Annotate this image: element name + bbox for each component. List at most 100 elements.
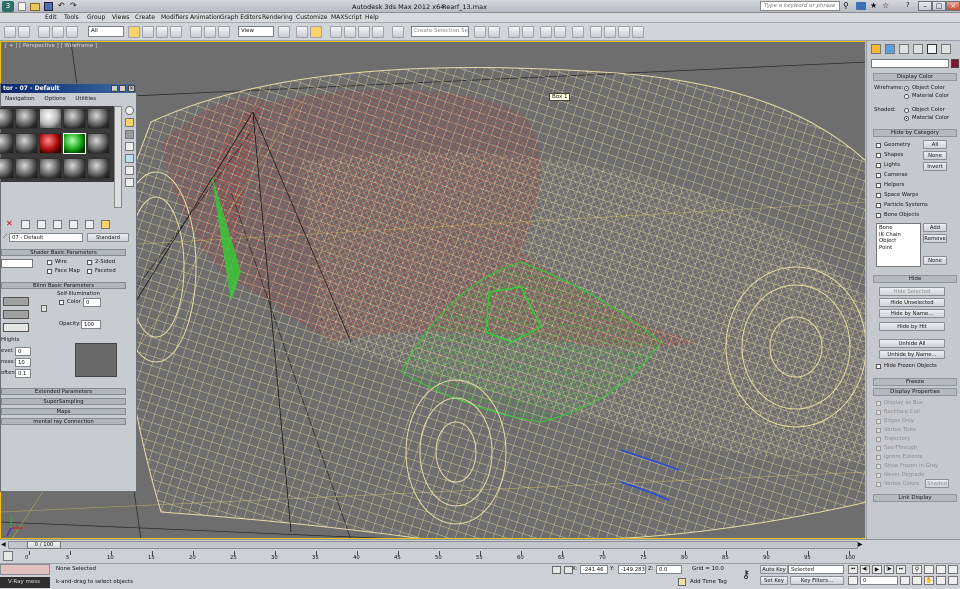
align-icon[interactable] (488, 26, 500, 38)
menu-item-group[interactable]: Group (87, 14, 105, 21)
hide-bone-objects-checkbox[interactable] (876, 213, 881, 218)
hierarchy-tab-icon[interactable] (899, 44, 909, 54)
show-frozen-in-gray-checkbox[interactable] (876, 464, 881, 469)
menu-item-rendering[interactable]: Rendering (262, 14, 293, 21)
communication-icon[interactable]: ★ (870, 1, 877, 10)
see-through-checkbox[interactable] (876, 446, 881, 451)
category-list-item[interactable]: IK Chain Object (879, 232, 918, 245)
bind-space-warp-icon[interactable] (66, 26, 78, 38)
shader-basic-rollout[interactable]: Shader Basic Parameters (1, 249, 126, 256)
utilities-tab-icon[interactable] (941, 44, 951, 54)
zoom-extents-icon[interactable] (936, 565, 946, 574)
hide-lights-checkbox[interactable] (876, 163, 881, 168)
named-selection-dropdown[interactable]: Create Selection Se (411, 26, 469, 37)
sample-slot[interactable] (39, 158, 62, 179)
undo-scene-icon[interactable] (4, 26, 16, 38)
select-object-icon[interactable] (128, 26, 140, 38)
mental-ray-connection-rollout[interactable]: mental ray Connection (1, 418, 126, 425)
category-add-button[interactable]: Add (923, 223, 947, 232)
snaps-toggle-icon[interactable] (330, 26, 342, 38)
sample-slot[interactable] (15, 108, 38, 129)
freeze-rollout[interactable]: Freeze (873, 378, 957, 386)
selection-filter-dropdown[interactable]: All (88, 26, 124, 37)
current-frame-field[interactable]: 0 (860, 576, 898, 585)
shaded-material-color-radio[interactable] (904, 116, 909, 121)
self-illum-value-field[interactable]: 0 (83, 298, 101, 307)
hide-shapes-checkbox[interactable] (876, 153, 881, 158)
menu-item-graph-editors[interactable]: Graph Editors (220, 14, 261, 21)
schematic-view-icon[interactable] (554, 26, 566, 38)
face-map-checkbox[interactable] (47, 269, 52, 274)
material-options-icon[interactable] (125, 178, 134, 187)
favorites-icon[interactable]: ☆ (882, 1, 889, 10)
edit-named-selection-icon[interactable] (392, 26, 404, 38)
redo-icon[interactable]: ↷ (70, 1, 77, 10)
sample-slot[interactable] (63, 158, 86, 179)
show-end-result-icon[interactable] (101, 220, 110, 229)
zoom-extents-all-icon[interactable] (948, 565, 958, 574)
angle-snap-icon[interactable] (344, 26, 356, 38)
hide-selected-button[interactable]: Hide Selected (879, 287, 945, 296)
menu-item-help[interactable]: Help (365, 14, 379, 21)
y-coordinate-field[interactable]: -149.283 (618, 565, 646, 574)
sample-slot[interactable] (87, 158, 110, 179)
sample-slot[interactable] (15, 158, 38, 179)
uv-tiling-icon[interactable] (125, 142, 134, 151)
next-frame-icon[interactable]: ▶ (858, 541, 863, 548)
opacity-field[interactable]: 100 (81, 320, 101, 329)
category-list[interactable]: Bone IK Chain Object Point (876, 223, 921, 267)
sample-slots-scrollbar[interactable] (114, 106, 122, 208)
material-editor-close-button[interactable]: × (128, 85, 135, 92)
play-icon[interactable]: ▶ (872, 565, 882, 574)
maximize-viewport-icon[interactable] (948, 576, 958, 585)
orbit-icon[interactable] (936, 576, 946, 585)
layer-manager-icon[interactable] (508, 26, 520, 38)
create-tab-icon[interactable] (871, 44, 881, 54)
menu-options[interactable]: Options (44, 96, 65, 102)
sample-slot[interactable] (15, 133, 38, 154)
material-editor-maximize-button[interactable] (119, 85, 126, 92)
pivot-center-icon[interactable] (278, 26, 290, 38)
put-to-scene-icon[interactable] (21, 220, 30, 229)
self-illum-color-checkbox[interactable] (59, 300, 64, 305)
key-mode-dropdown[interactable]: Selected (788, 565, 844, 574)
menu-item-customize[interactable]: Customize (296, 14, 328, 21)
hide-helpers-checkbox[interactable] (876, 183, 881, 188)
ambient-color-swatch[interactable] (3, 297, 29, 306)
hide-by-category-rollout[interactable]: Hide by Category (873, 129, 957, 137)
prev-key-icon[interactable]: ◀| (860, 565, 870, 574)
sample-type-icon[interactable] (125, 106, 134, 115)
category-invert-button[interactable]: Invert (923, 162, 947, 171)
add-time-tag[interactable]: Add Time Tag (690, 579, 727, 585)
sample-slot[interactable] (0, 133, 14, 154)
sample-slot-red[interactable] (39, 133, 62, 154)
category-list-none-button[interactable]: None (923, 256, 947, 265)
curve-editor-icon[interactable] (540, 26, 552, 38)
sample-slot[interactable] (87, 108, 110, 129)
goto-start-icon[interactable]: ⏮ (848, 565, 858, 574)
never-degrade-checkbox[interactable] (876, 473, 881, 478)
menu-item-modifiers[interactable]: Modifiers (161, 14, 188, 21)
diffuse-color-swatch[interactable] (3, 310, 29, 319)
select-and-link-icon[interactable] (38, 26, 50, 38)
open-file-icon[interactable] (30, 3, 40, 11)
backlight-icon[interactable] (125, 118, 134, 127)
percent-snap-icon[interactable] (358, 26, 370, 38)
two-sided-checkbox[interactable] (87, 260, 92, 265)
hide-particle-systems-checkbox[interactable] (876, 203, 881, 208)
assign-to-selection-icon[interactable] (37, 220, 46, 229)
maxscript-mini-listener[interactable]: V-Ray mess (0, 577, 50, 588)
auto-key-button[interactable]: Auto Key (760, 565, 788, 574)
category-none-button[interactable]: None (923, 151, 947, 160)
search-icon[interactable]: ⚲ (843, 1, 849, 10)
redo-scene-icon[interactable] (18, 26, 30, 38)
category-remove-button[interactable]: Remove (923, 234, 947, 243)
display-as-box-checkbox[interactable] (876, 401, 881, 406)
sample-slot[interactable] (0, 158, 14, 179)
edges-only-checkbox[interactable] (876, 419, 881, 424)
menu-navigation[interactable]: Navigation (5, 96, 35, 102)
time-slider-thumb[interactable]: 0 / 100 (27, 541, 61, 549)
specular-level-field[interactable]: 0 (15, 347, 31, 356)
menu-item-maxscript[interactable]: MAXScript (331, 14, 362, 21)
render-iterative-icon[interactable] (632, 26, 644, 38)
